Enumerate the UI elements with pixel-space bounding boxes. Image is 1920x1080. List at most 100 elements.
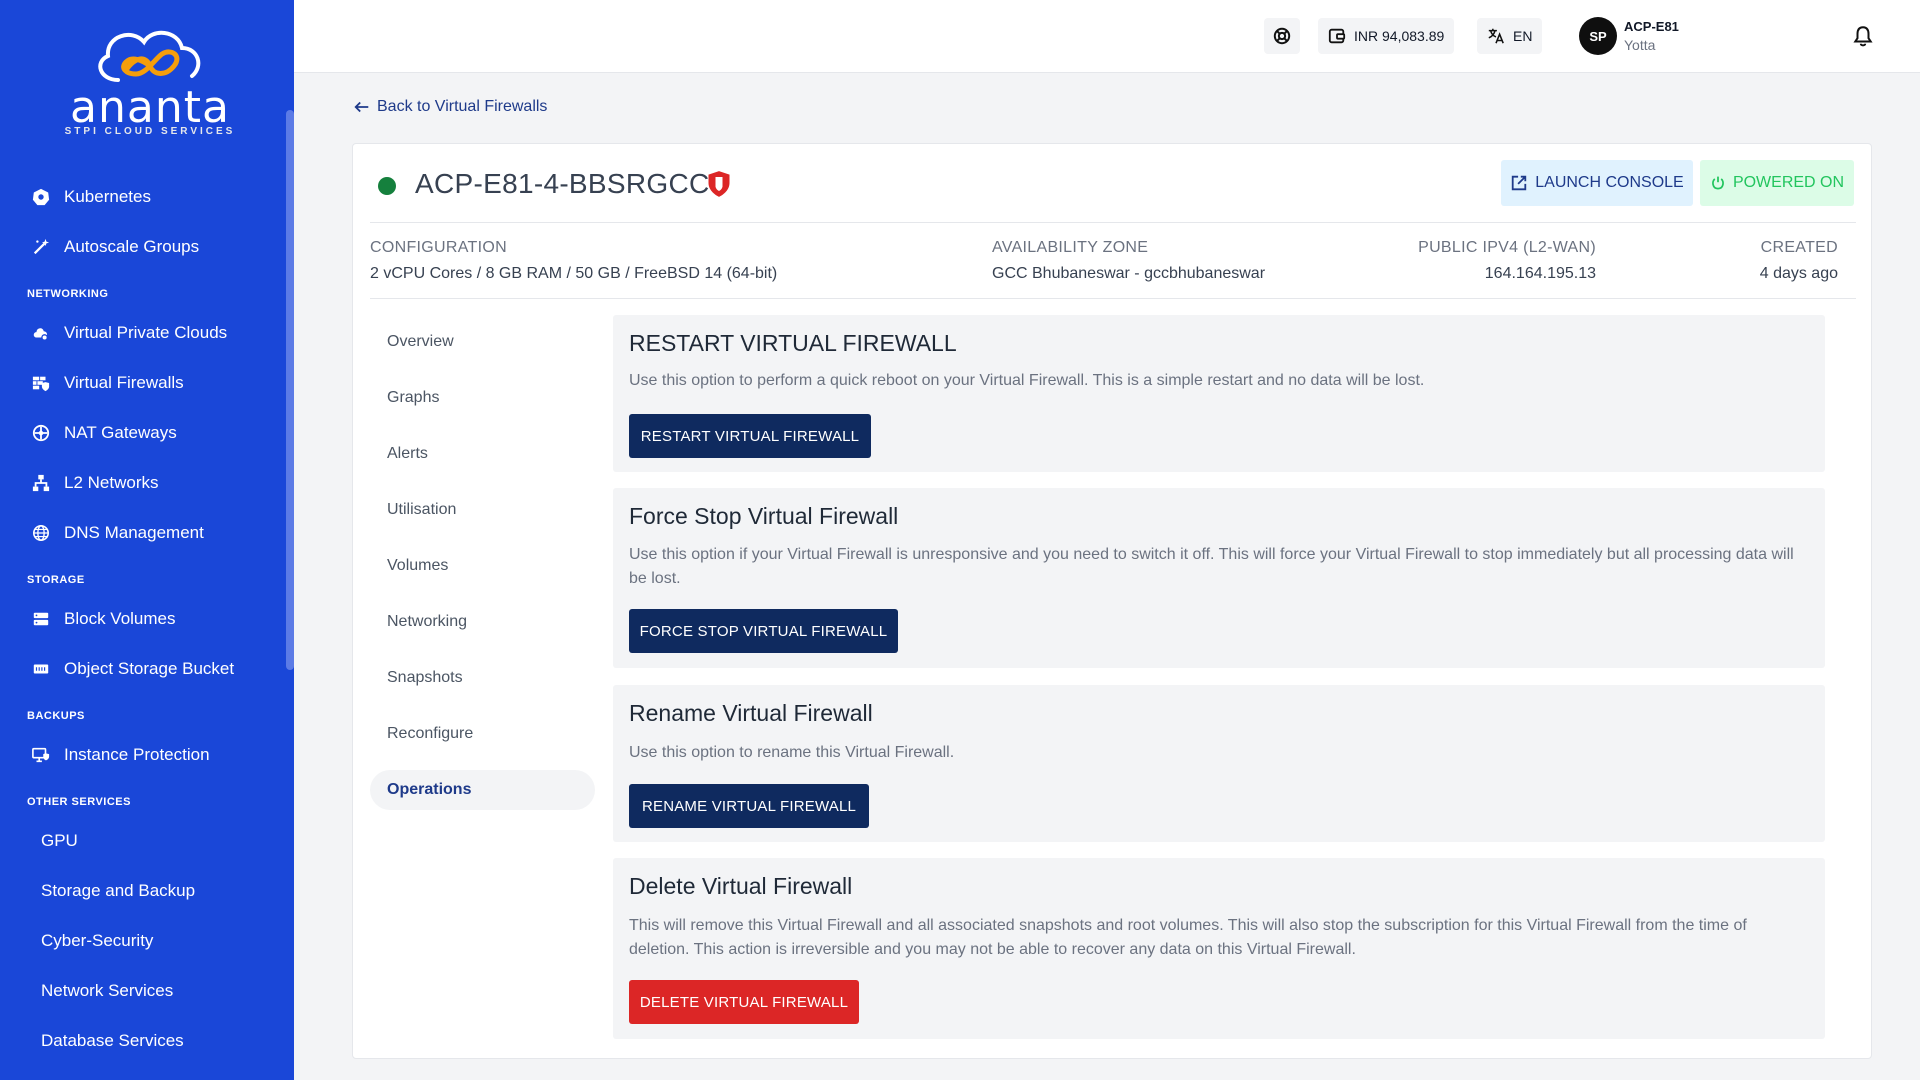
restart-panel: RESTART VIRTUAL FIREWALL Use this option…: [613, 315, 1825, 472]
tab-volumes[interactable]: Volumes: [370, 538, 595, 594]
launch-console-label: LAUNCH CONSOLE: [1535, 174, 1684, 191]
tab-operations[interactable]: Operations: [370, 770, 595, 810]
support-button[interactable]: [1264, 18, 1300, 54]
divider: [370, 298, 1856, 299]
power-status-label: POWERED ON: [1732, 174, 1845, 191]
restart-title: RESTART VIRTUAL FIREWALL: [629, 330, 957, 356]
tab-reconfigure[interactable]: Reconfigure: [370, 706, 595, 762]
cloud-network-icon: [30, 322, 52, 344]
sidebar: ananta STPI CLOUD SERVICES Kubernetes Au…: [0, 0, 294, 1080]
notifications-button[interactable]: [1849, 22, 1877, 50]
sidebar-item-kubernetes[interactable]: Kubernetes: [0, 172, 286, 222]
sidebar-item-label: Instance Protection: [64, 745, 210, 764]
brand-logo[interactable]: ananta STPI CLOUD SERVICES: [60, 22, 240, 142]
sidebar-item-label: Database Services: [41, 1031, 184, 1050]
delete-title: Delete Virtual Firewall: [629, 873, 853, 899]
sidebar-item-label: Virtual Private Clouds: [64, 323, 228, 342]
nat-gateway-icon: [30, 422, 52, 444]
force-stop-panel: Force Stop Virtual Firewall Use this opt…: [613, 488, 1825, 668]
divider: [370, 222, 1856, 223]
sidebar-scrollbar[interactable]: [286, 110, 294, 670]
avatar[interactable]: SP: [1579, 17, 1617, 55]
tab-networking[interactable]: Networking: [370, 594, 595, 650]
external-link-icon: [1512, 175, 1527, 191]
sidebar-item-autoscale-groups[interactable]: Autoscale Groups: [0, 222, 286, 272]
section-storage: STORAGE: [27, 574, 85, 586]
zone-label: AVAILABILITY ZONE: [992, 239, 1149, 256]
brand-tagline: STPI CLOUD SERVICES: [64, 126, 236, 137]
sidebar-item-l2-networks[interactable]: L2 Networks: [0, 458, 286, 508]
sidebar-item-label: Autoscale Groups: [64, 237, 200, 256]
power-status-badge[interactable]: POWERED ON: [1700, 160, 1854, 206]
language-text: EN: [1513, 28, 1533, 44]
detail-tabs: Overview Graphs Alerts Utilisation Volum…: [370, 314, 595, 810]
tab-snapshots[interactable]: Snapshots: [370, 650, 595, 706]
zone-value: GCC Bhubaneswar - gccbhubaneswar: [992, 265, 1266, 282]
translate-icon: [1488, 28, 1504, 44]
force-stop-title: Force Stop Virtual Firewall: [629, 503, 899, 529]
rename-panel: Rename Virtual Firewall Use this option …: [613, 685, 1825, 842]
section-other-services: OTHER SERVICES: [27, 796, 131, 808]
magic-wand-icon: [30, 236, 52, 258]
sidebar-item-virtual-private-clouds[interactable]: Virtual Private Clouds: [0, 308, 286, 358]
sidebar-item-database-services[interactable]: Database Services: [0, 1016, 286, 1066]
tab-alerts[interactable]: Alerts: [370, 426, 595, 482]
tab-utilisation[interactable]: Utilisation: [370, 482, 595, 538]
shield-icon: [708, 171, 730, 197]
sidebar-item-object-storage-bucket[interactable]: Object Storage Bucket: [0, 644, 286, 694]
sidebar-item-virtual-firewalls[interactable]: Virtual Firewalls: [0, 358, 286, 408]
sidebar-item-label: Cyber-Security: [41, 931, 154, 950]
delete-panel: Delete Virtual Firewall This will remove…: [613, 858, 1825, 1039]
sidebar-item-label: Block Volumes: [64, 609, 176, 628]
balance-text: INR 94,083.89: [1354, 28, 1445, 44]
user-name[interactable]: ACP-E81: [1624, 19, 1679, 34]
restart-description: Use this option to perform a quick reboo…: [629, 372, 1425, 389]
delete-button[interactable]: DELETE VIRTUAL FIREWALL: [629, 980, 859, 1024]
topbar: INR 94,083.89 EN SP ACP-E81 Yotta: [294, 0, 1920, 73]
sidebar-item-gpu[interactable]: GPU: [0, 816, 286, 866]
rename-description: Use this option to rename this Virtual F…: [629, 744, 955, 761]
firewall-detail-card: ACP-E81-4-BBSRGCC LAUNCH CONSOLE POWERED…: [352, 143, 1872, 1059]
sidebar-item-label: L2 Networks: [64, 473, 159, 492]
ip-value: 164.164.195.13: [1484, 265, 1596, 282]
wallet-balance[interactable]: INR 94,083.89: [1318, 18, 1455, 54]
force-stop-button[interactable]: FORCE STOP VIRTUAL FIREWALL: [629, 609, 898, 653]
kubernetes-icon: [30, 186, 52, 208]
back-link-text: Back to Virtual Firewalls: [377, 98, 548, 115]
sidebar-item-label: Network Services: [41, 981, 174, 1000]
sidebar-item-label: Kubernetes: [64, 187, 151, 206]
sidebar-nav: Kubernetes Autoscale Groups NETWORKING V…: [0, 172, 286, 1066]
user-org: Yotta: [1624, 37, 1656, 53]
sidebar-item-nat-gateways[interactable]: NAT Gateways: [0, 408, 286, 458]
wallet-icon: [1328, 28, 1346, 44]
tab-overview[interactable]: Overview: [370, 314, 595, 370]
launch-console-button[interactable]: LAUNCH CONSOLE: [1501, 160, 1693, 206]
sidebar-item-label: Storage and Backup: [41, 881, 196, 900]
sidebar-item-dns-management[interactable]: DNS Management: [0, 508, 286, 558]
section-backups: BACKUPS: [27, 710, 85, 722]
force-stop-description: Use this option if your Virtual Firewall…: [629, 546, 1794, 587]
ip-label: PUBLIC IPV4 (L2-WAN): [1418, 239, 1596, 256]
language-selector[interactable]: EN: [1477, 18, 1543, 54]
restart-button[interactable]: RESTART VIRTUAL FIREWALL: [629, 414, 871, 458]
rename-title: Rename Virtual Firewall: [629, 700, 873, 726]
sidebar-item-network-services[interactable]: Network Services: [0, 966, 286, 1016]
sidebar-item-label: Virtual Firewalls: [64, 373, 184, 392]
page-title: ACP-E81-4-BBSRGCC: [415, 168, 710, 199]
created-label: CREATED: [1760, 239, 1838, 256]
sidebar-item-label: DNS Management: [64, 523, 204, 542]
back-link[interactable]: Back to Virtual Firewalls: [353, 98, 547, 116]
monitor-shield-icon: [30, 744, 52, 766]
sidebar-item-instance-protection[interactable]: Instance Protection: [0, 730, 286, 780]
rename-button[interactable]: RENAME VIRTUAL FIREWALL: [629, 784, 869, 828]
configuration-value: 2 vCPU Cores / 8 GB RAM / 50 GB / FreeBS…: [370, 265, 778, 282]
sidebar-item-storage-and-backup[interactable]: Storage and Backup: [0, 866, 286, 916]
sidebar-item-cyber-security[interactable]: Cyber-Security: [0, 916, 286, 966]
power-icon: [1711, 176, 1724, 190]
block-volume-icon: [30, 608, 52, 630]
arrow-left-icon: [354, 101, 369, 113]
tab-graphs[interactable]: Graphs: [370, 370, 595, 426]
lifebuoy-icon: [1273, 27, 1291, 45]
section-networking: NETWORKING: [27, 288, 109, 300]
sidebar-item-block-volumes[interactable]: Block Volumes: [0, 594, 286, 644]
